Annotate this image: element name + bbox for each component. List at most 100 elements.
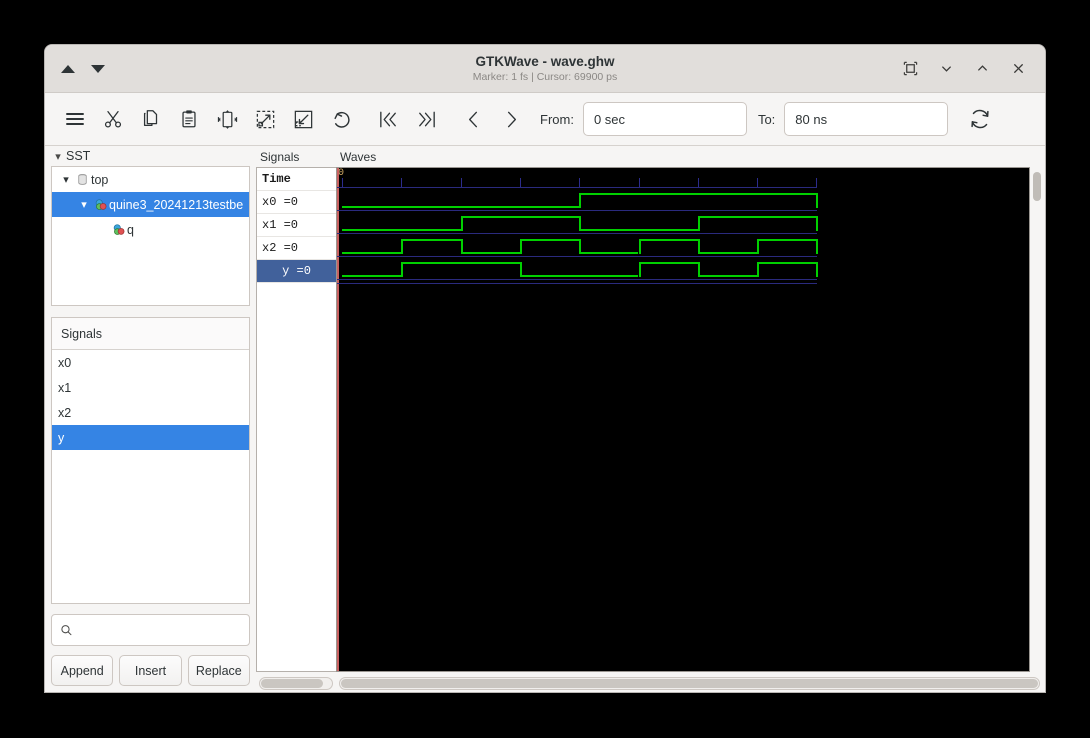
append-button[interactable]: Append — [51, 655, 114, 686]
wave-row-label[interactable]: y =0 — [257, 260, 336, 283]
minimize-button[interactable] — [933, 56, 959, 82]
list-item[interactable]: x2 — [52, 400, 249, 425]
list-item[interactable]: y — [52, 425, 249, 450]
wave-edge-x2 — [460, 239, 463, 254]
paste-button[interactable] — [171, 101, 207, 137]
wave-row-label[interactable]: x2 =0 — [257, 237, 336, 260]
undo-button[interactable] — [323, 101, 359, 137]
chevron-down-icon — [941, 66, 951, 72]
next-edge-button[interactable] — [493, 101, 529, 137]
goto-start-button[interactable] — [370, 101, 406, 137]
wave-vertical-scrollbar[interactable] — [1030, 167, 1043, 672]
names-hscroll-thumb[interactable] — [261, 679, 323, 688]
wave-edge-y — [519, 262, 522, 277]
wave-edge-x2 — [519, 239, 522, 254]
cut-button[interactable] — [95, 101, 131, 137]
signal-list[interactable]: x0 x1 x2 y — [52, 350, 249, 450]
tree-item-q[interactable]: q — [52, 217, 249, 242]
wave-edge-x2 — [401, 239, 404, 254]
wave-level-x1 — [697, 216, 817, 218]
wave-row-label[interactable]: x1 =0 — [257, 214, 336, 237]
ruler-tick — [579, 178, 581, 187]
search-input[interactable] — [78, 622, 241, 638]
restore-button[interactable] — [897, 56, 923, 82]
wave-level-y — [519, 275, 639, 277]
wave-bottom-line — [337, 283, 818, 284]
wave-vscroll-thumb[interactable] — [1033, 172, 1041, 201]
wave-edge-y — [401, 262, 404, 277]
wave-level-x1 — [342, 229, 461, 231]
triangle-up-icon[interactable] — [61, 64, 75, 73]
menu-button[interactable] — [57, 101, 93, 137]
names-hscroll[interactable] — [256, 677, 336, 690]
zoom-out-button[interactable] — [285, 101, 321, 137]
goto-end-button[interactable] — [408, 101, 444, 137]
list-item[interactable]: x1 — [52, 375, 249, 400]
search-box[interactable] — [51, 614, 250, 646]
wave-edge-x2 — [697, 239, 700, 254]
ruler-tick — [519, 178, 521, 187]
tree-item-top[interactable]: ▾ top — [52, 167, 249, 192]
list-item-label: x0 — [58, 355, 72, 370]
clipboard-icon — [182, 110, 196, 128]
close-button[interactable] — [1005, 56, 1031, 82]
prev-edge-button[interactable] — [455, 101, 491, 137]
copy-button[interactable] — [133, 101, 169, 137]
sst-header[interactable]: ▾ SST — [51, 146, 250, 166]
wave-hscroll-trough[interactable] — [339, 677, 1040, 690]
zoom-fit-button[interactable] — [209, 101, 245, 137]
names-hscroll-trough[interactable] — [259, 677, 333, 690]
insert-button[interactable]: Insert — [119, 655, 182, 686]
zoom-in-button[interactable] — [247, 101, 283, 137]
triangle-down-icon[interactable] — [91, 64, 105, 73]
window-body: ▾ SST ▾ top ▾ quine3_20241213testbeq Signal… — [45, 146, 1045, 692]
time-ruler[interactable]: 0 — [337, 168, 1029, 187]
cursor-marker[interactable] — [337, 168, 339, 671]
reload-icon — [971, 109, 989, 129]
wave-signal-names[interactable]: Time x0 =0 x1 =0 x2 =0 y =0 — [256, 167, 336, 672]
wave-level-x2 — [757, 239, 817, 241]
chevron-down-icon[interactable]: ▾ — [76, 198, 92, 211]
to-input[interactable]: 80 ns — [784, 102, 949, 136]
wave-level-x2 — [460, 252, 520, 254]
ruler-baseline — [337, 187, 818, 188]
ruler-tick — [816, 178, 818, 187]
wave-edge-x0 — [579, 193, 582, 208]
wave-level-y — [401, 262, 520, 264]
ruler-tick — [697, 178, 699, 187]
wave-hscroll[interactable] — [336, 677, 1043, 690]
maximize-button[interactable] — [969, 56, 995, 82]
instance-icon — [92, 198, 109, 212]
wave-tail-x0 — [816, 193, 819, 208]
title-block: GTKWave - wave.ghw Marker: 1 fs | Cursor… — [45, 53, 1045, 84]
wave-tail-y — [816, 262, 819, 277]
waveform-canvas[interactable]: 0 — [336, 167, 1030, 672]
reload-button[interactable] — [962, 101, 998, 137]
wave-canvas-pane: Waves 0 — [336, 146, 1043, 672]
chevron-down-icon[interactable]: ▾ — [58, 173, 74, 186]
list-item-label: y — [58, 430, 65, 445]
wave-edge-x1 — [579, 216, 582, 231]
from-input[interactable]: 0 sec — [582, 102, 747, 136]
to-label: To: — [757, 111, 776, 127]
scissors-icon — [104, 111, 122, 128]
list-item[interactable]: x0 — [52, 350, 249, 375]
tree-item-label: quine3_20241213testbe — [109, 197, 244, 212]
wave-signal-names-pane: Signals Time x0 =0 x1 =0 x2 =0 y =0 — [256, 146, 336, 672]
ruler-tick — [757, 178, 759, 187]
wave-level-x2 — [579, 252, 639, 254]
wave-top: Signals Time x0 =0 x1 =0 x2 =0 y =0 Waves 0 — [256, 146, 1043, 672]
wave-hscroll-thumb[interactable] — [341, 679, 1038, 688]
wave-names-filler — [257, 283, 336, 623]
wave-edge-x2 — [638, 239, 641, 254]
wave-level-y — [757, 262, 817, 264]
chevron-left-icon — [468, 111, 477, 127]
tree-item-label: top — [91, 172, 109, 187]
wave-row-label[interactable]: x0 =0 — [257, 191, 336, 214]
tree-item-quine3_2024121[interactable]: ▾ quine3_20241213testbe — [52, 192, 249, 217]
wave-row-separator — [337, 256, 818, 257]
sst-tree[interactable]: ▾ top ▾ quine3_20241213testbeq — [51, 166, 250, 306]
wave-level-y — [697, 275, 758, 277]
window-title: GTKWave - wave.ghw — [475, 54, 615, 69]
replace-button[interactable]: Replace — [187, 655, 250, 686]
